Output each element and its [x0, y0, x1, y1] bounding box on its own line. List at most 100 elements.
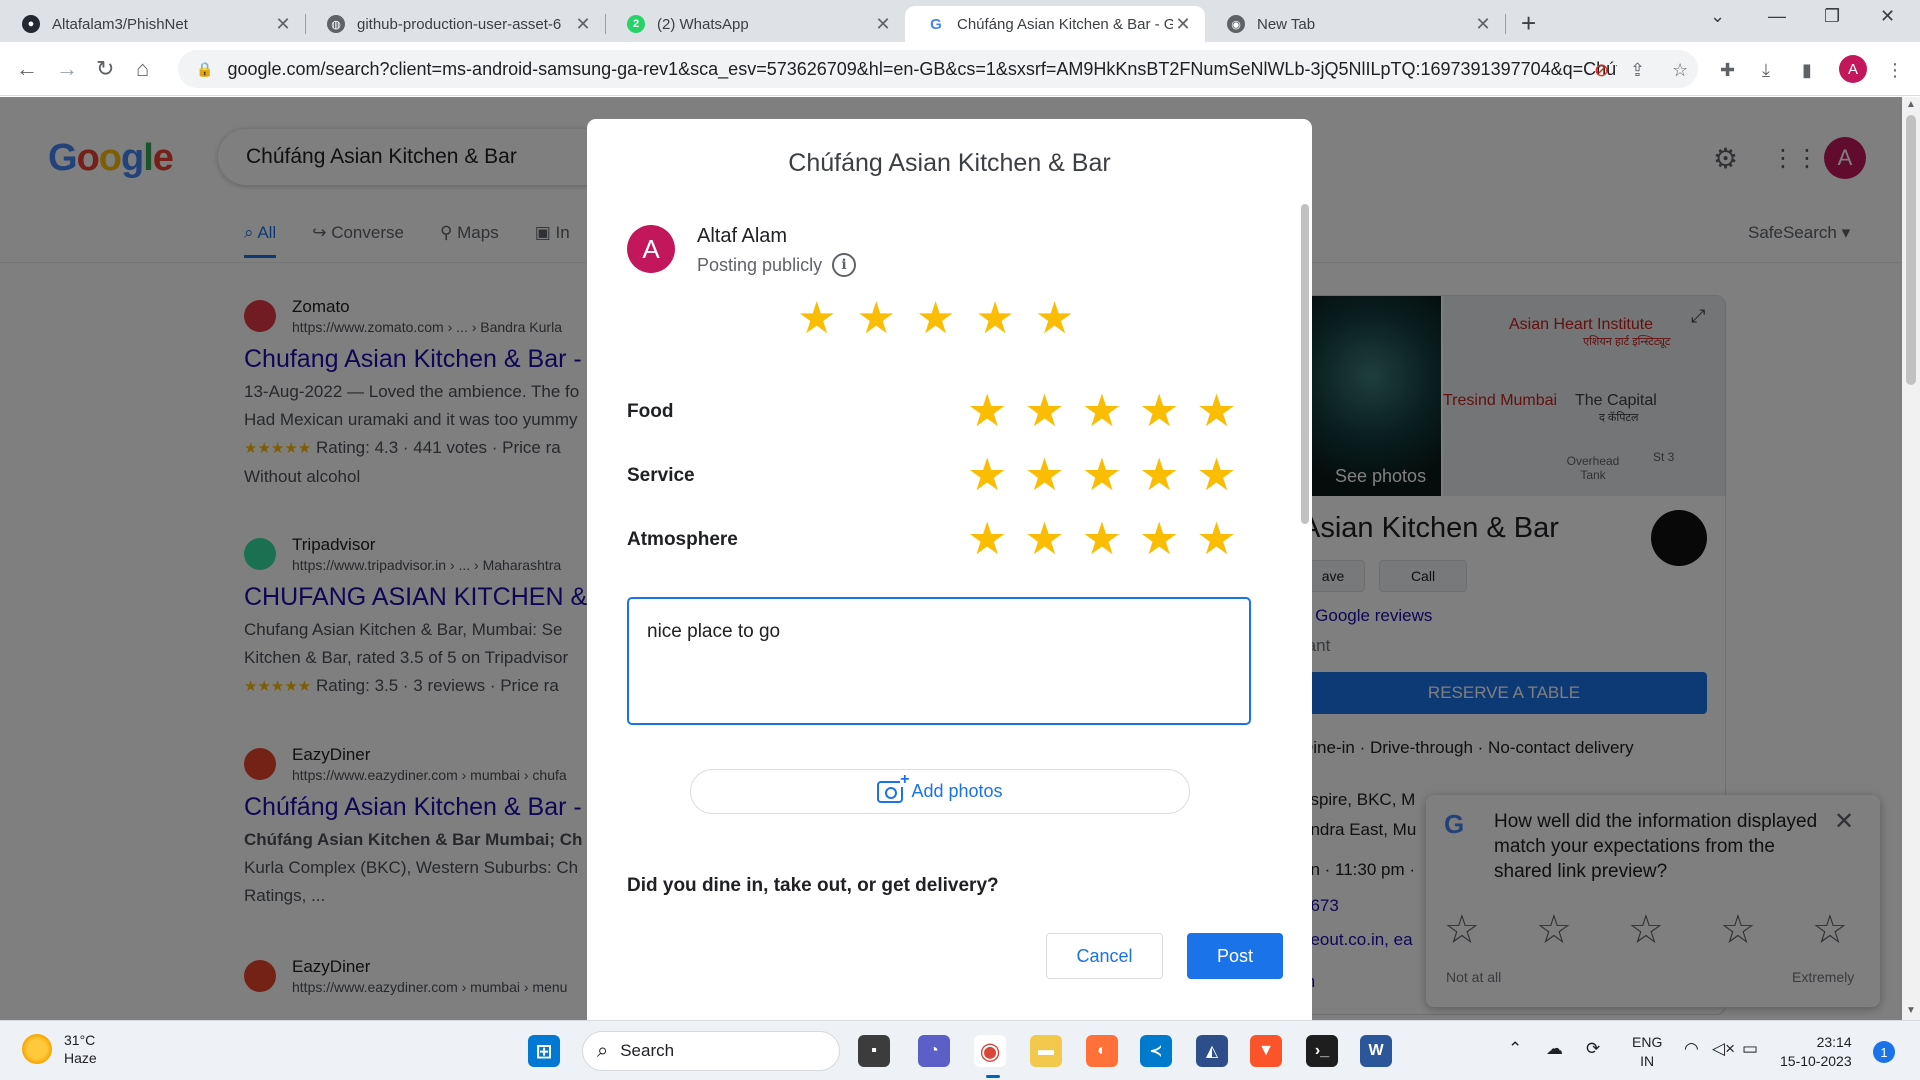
weather-widget[interactable]: 31°C Haze [22, 1031, 97, 1067]
add-photo-camera-icon: + [877, 771, 910, 803]
menu-kebab-icon[interactable]: ⋮ [1886, 60, 1904, 81]
scroll-up-icon[interactable]: ▲ [1906, 99, 1916, 110]
battery-icon[interactable]: ▭ [1742, 1039, 1758, 1059]
service-star-2[interactable]: ★ [1024, 452, 1064, 497]
service-star-3[interactable]: ★ [1082, 452, 1122, 497]
close-icon[interactable]: ✕ [1173, 14, 1193, 35]
tab-search-chevron-icon[interactable]: ⌄ [1710, 6, 1725, 27]
atmosphere-star-3[interactable]: ★ [1082, 516, 1122, 561]
review-dialog: Chúfáng Asian Kitchen & Bar A Altaf Alam… [587, 119, 1312, 1020]
task-view-icon[interactable]: ▪ [858, 1035, 890, 1067]
bookmark-star-icon[interactable]: ☆ [1672, 60, 1688, 81]
windows-taskbar: 31°C Haze ⊞ ⌕ Search ▪ ◔ ◉ ▬ ◐ ≺ ◭ ▼ ›_ … [0, 1020, 1920, 1080]
system-clock[interactable]: 23:14 15-10-2023 [1780, 1033, 1852, 1071]
close-icon[interactable]: ✕ [1473, 14, 1493, 35]
tab-new-tab[interactable]: ◉ New Tab ✕ [1205, 6, 1505, 42]
forward-button[interactable]: → [56, 56, 78, 82]
reload-button[interactable]: ↻ [96, 56, 114, 82]
whatsapp-icon: 2 [627, 15, 645, 33]
atmosphere-star-4[interactable]: ★ [1139, 516, 1179, 561]
terminal-icon[interactable]: ›_ [1306, 1035, 1338, 1067]
browser-toolbar: ← → ↻ ⌂ 🔒 google.com/search?client=ms-an… [0, 42, 1920, 96]
scrollbar-thumb[interactable] [1906, 115, 1916, 385]
info-icon[interactable]: i [832, 253, 857, 277]
service-star-4[interactable]: ★ [1139, 452, 1179, 497]
tab-chufang-search[interactable]: G Chúfáng Asian Kitchen & Bar - G ✕ [905, 6, 1205, 42]
maximize-button[interactable]: ❐ [1824, 6, 1840, 27]
scroll-down-icon[interactable]: ▼ [1906, 1005, 1916, 1016]
tray-chevron-up-icon[interactable]: ⌃ [1508, 1039, 1522, 1059]
teams-chat-icon[interactable]: ◔ [918, 1035, 950, 1067]
tab-github-asset[interactable]: ◍ github-production-user-asset-6 ✕ [305, 6, 605, 42]
overall-star-2[interactable]: ★ [856, 297, 895, 341]
search-icon: ⌕ [597, 1039, 609, 1062]
blocked-icon[interactable]: ⊘ [1594, 60, 1609, 81]
service-label: Service [627, 465, 695, 486]
food-star-5[interactable]: ★ [1196, 388, 1236, 433]
service-rating: ★ ★ ★ ★ ★ [967, 452, 1237, 497]
lock-icon[interactable]: 🔒 [196, 61, 213, 78]
service-star-5[interactable]: ★ [1196, 452, 1236, 497]
volume-muted-icon[interactable]: ◁× [1712, 1039, 1735, 1059]
sql-developer-icon[interactable]: ◭ [1196, 1035, 1228, 1067]
profile-avatar[interactable]: A [1839, 55, 1867, 83]
notification-badge[interactable]: 1 [1873, 1041, 1895, 1063]
overall-star-3[interactable]: ★ [916, 297, 955, 341]
dialog-scrollbar[interactable] [1300, 204, 1310, 1004]
window-close-button[interactable]: ✕ [1880, 6, 1895, 27]
taskbar-search[interactable]: ⌕ Search [582, 1031, 840, 1071]
word-icon[interactable]: W [1360, 1035, 1392, 1067]
close-icon[interactable]: ✕ [573, 14, 593, 35]
food-star-1[interactable]: ★ [967, 388, 1007, 433]
overall-rating: ★ ★ ★ ★ ★ [797, 297, 1074, 341]
food-rating: ★ ★ ★ ★ ★ [967, 388, 1237, 433]
home-button[interactable]: ⌂ [136, 56, 149, 82]
globe-icon: ◍ [327, 15, 345, 33]
atmosphere-label: Atmosphere [627, 529, 738, 550]
back-button[interactable]: ← [16, 56, 38, 82]
download-icon[interactable]: ⤓ [1762, 60, 1770, 81]
dine-option-question: Did you dine in, take out, or get delive… [627, 875, 999, 896]
tab-strip: ● Altafalam3/PhishNet ✕ ◍ github-product… [0, 0, 1920, 42]
atmosphere-star-2[interactable]: ★ [1024, 516, 1064, 561]
cancel-button[interactable]: Cancel [1046, 933, 1163, 979]
brave-icon[interactable]: ▼ [1250, 1035, 1282, 1067]
file-explorer-icon[interactable]: ▬ [1030, 1035, 1062, 1067]
google-icon: G [927, 15, 945, 33]
side-panel-icon[interactable]: ▮ [1802, 60, 1812, 81]
vscode-icon[interactable]: ≺ [1140, 1035, 1172, 1067]
food-star-4[interactable]: ★ [1139, 388, 1179, 433]
atmosphere-star-5[interactable]: ★ [1196, 516, 1236, 561]
firefox-icon[interactable]: ◐ [1086, 1035, 1118, 1067]
overall-star-5[interactable]: ★ [1035, 297, 1074, 341]
overall-star-1[interactable]: ★ [797, 297, 836, 341]
atmosphere-star-1[interactable]: ★ [967, 516, 1007, 561]
language-indicator[interactable]: ENG IN [1632, 1033, 1662, 1071]
page-scrollbar[interactable]: ▲ ▼ [1902, 97, 1920, 1020]
extensions-icon[interactable]: ✚ [1720, 60, 1735, 81]
share-icon[interactable]: ⇪ [1630, 60, 1645, 81]
food-star-2[interactable]: ★ [1024, 388, 1064, 433]
posting-visibility: Posting publicly i [697, 253, 857, 277]
post-button[interactable]: Post [1187, 933, 1283, 979]
tab-whatsapp[interactable]: 2 (2) WhatsApp ✕ [605, 6, 905, 42]
close-icon[interactable]: ✕ [273, 14, 293, 35]
tab-phishnet[interactable]: ● Altafalam3/PhishNet ✕ [0, 6, 305, 42]
overall-star-4[interactable]: ★ [975, 297, 1014, 341]
review-textarea[interactable]: nice place to go [627, 597, 1251, 725]
haze-weather-icon [22, 1034, 52, 1064]
sync-icon[interactable]: ⟳ [1586, 1039, 1600, 1059]
address-bar[interactable]: 🔒 google.com/search?client=ms-android-sa… [178, 50, 1698, 88]
new-tab-button[interactable]: + [1521, 8, 1536, 39]
food-star-3[interactable]: ★ [1082, 388, 1122, 433]
service-star-1[interactable]: ★ [967, 452, 1007, 497]
chrome-taskbar-icon[interactable]: ◉ [974, 1035, 1006, 1067]
wifi-icon[interactable]: ◠ [1684, 1039, 1699, 1059]
close-icon[interactable]: ✕ [873, 14, 893, 35]
minimize-button[interactable]: — [1768, 6, 1786, 27]
onedrive-cloud-icon[interactable]: ☁ [1546, 1039, 1563, 1059]
food-label: Food [627, 401, 674, 422]
add-photos-button[interactable]: + Add photos [690, 769, 1190, 814]
windows-start-icon[interactable]: ⊞ [528, 1035, 560, 1067]
chrome-icon: ◉ [1227, 15, 1245, 33]
